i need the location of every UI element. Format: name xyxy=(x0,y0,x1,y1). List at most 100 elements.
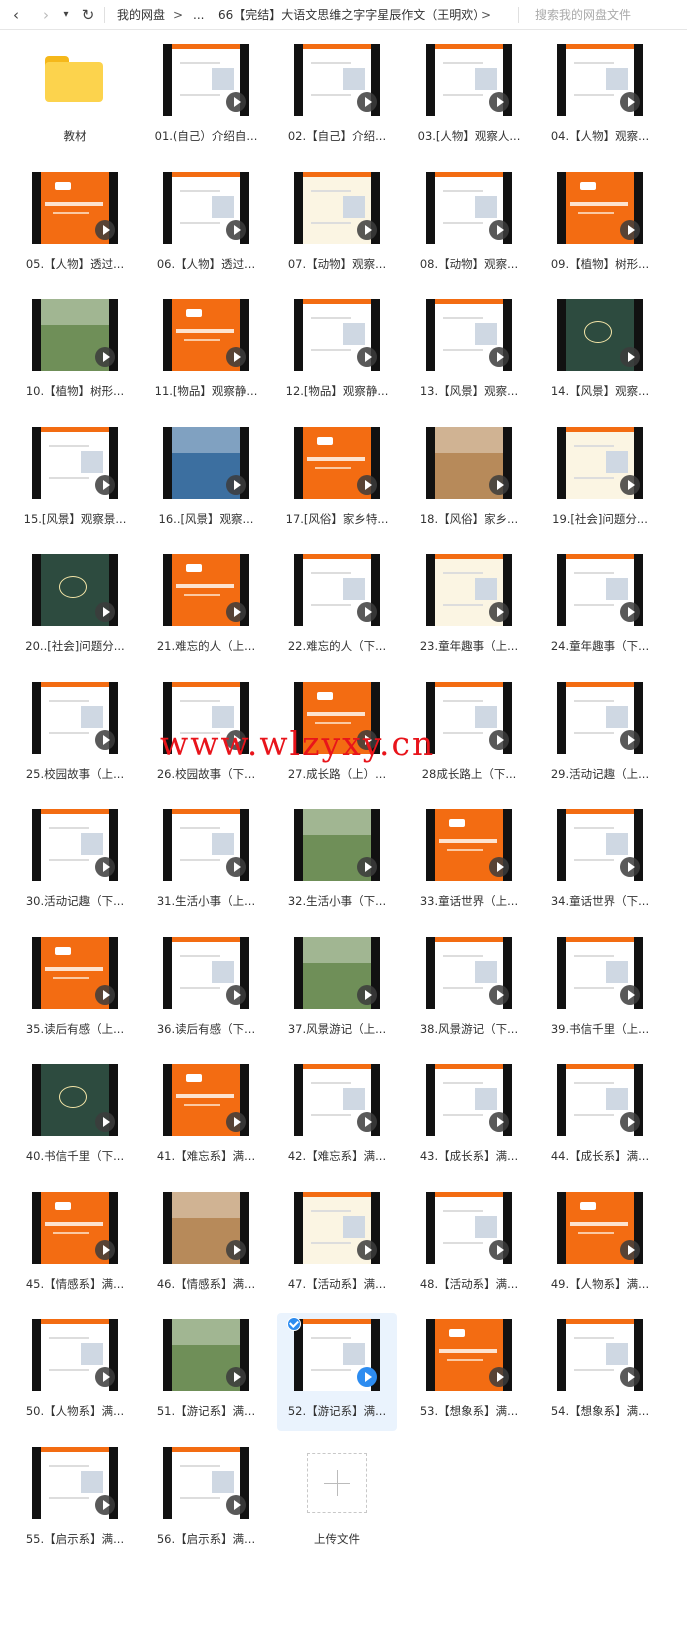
video-file-item[interactable]: 16..[风景】观察... xyxy=(146,421,266,539)
video-file-item[interactable]: 32.生活小事（下... xyxy=(277,803,397,921)
play-icon[interactable] xyxy=(226,1367,246,1387)
play-icon[interactable] xyxy=(489,1239,509,1260)
video-file-item[interactable]: 18.【风俗】家乡... xyxy=(409,421,529,539)
play-icon[interactable] xyxy=(620,1112,640,1132)
play-icon[interactable] xyxy=(620,347,640,367)
upload-file-tile[interactable]: 上传文件 xyxy=(277,1441,397,1559)
video-file-item[interactable]: 17.[风俗】家乡特... xyxy=(277,421,397,539)
video-file-item[interactable]: 44.【成长系】满... xyxy=(540,1058,660,1176)
play-icon[interactable] xyxy=(226,474,246,495)
video-file-item[interactable]: 04.【人物】观察... xyxy=(540,38,660,156)
video-file-item[interactable]: 20..[社会]问题分... xyxy=(15,548,135,666)
video-file-item[interactable]: 51.【游记系】满... xyxy=(146,1313,266,1431)
play-icon[interactable] xyxy=(620,984,640,1005)
video-file-item[interactable]: 56.【启示系】满... xyxy=(146,1441,266,1559)
play-icon[interactable] xyxy=(357,474,377,495)
video-file-item[interactable]: 05.【人物】透过... xyxy=(15,166,135,284)
video-file-item[interactable]: 30.活动记趣（下... xyxy=(15,803,135,921)
video-file-item[interactable]: 01.(自己）介绍自... xyxy=(146,38,266,156)
video-file-item[interactable]: 55.【启示系】满... xyxy=(15,1441,135,1559)
video-file-item[interactable]: 02.【自己】介绍... xyxy=(277,38,397,156)
video-file-item[interactable]: 29.活动记趣（上... xyxy=(540,676,660,794)
play-icon[interactable] xyxy=(489,602,509,622)
video-file-item[interactable]: 41.【难忘系】满... xyxy=(146,1058,266,1176)
video-file-item[interactable]: 13.【风景】观察... xyxy=(409,293,529,411)
video-file-item[interactable]: 46.【情感系】满... xyxy=(146,1186,266,1304)
play-icon[interactable] xyxy=(357,1367,377,1387)
play-icon[interactable] xyxy=(95,984,115,1005)
video-file-item[interactable]: 38.风景游记（下... xyxy=(409,931,529,1049)
play-icon[interactable] xyxy=(226,857,246,877)
play-icon[interactable] xyxy=(489,857,509,877)
video-file-item[interactable]: 21.难忘的人（上... xyxy=(146,548,266,666)
search-input[interactable]: 搜索我的网盘文件 xyxy=(535,6,655,24)
play-icon[interactable] xyxy=(226,984,246,1005)
video-file-item[interactable]: 42.【难忘系】满... xyxy=(277,1058,397,1176)
video-file-item[interactable]: 23.童年趣事（上... xyxy=(409,548,529,666)
video-file-item[interactable]: 19.[社会]问题分... xyxy=(540,421,660,539)
play-icon[interactable] xyxy=(95,1239,115,1260)
video-file-item[interactable]: 07.【动物】观察... xyxy=(277,166,397,284)
play-icon[interactable] xyxy=(620,1239,640,1260)
forward-button[interactable]: › xyxy=(38,5,54,25)
play-icon[interactable] xyxy=(489,219,509,240)
refresh-icon[interactable]: ↻ xyxy=(79,5,97,25)
play-icon[interactable] xyxy=(226,1494,246,1515)
video-file-item[interactable]: 48.【活动系】满... xyxy=(409,1186,529,1304)
play-icon[interactable] xyxy=(226,92,246,112)
breadcrumb-current[interactable]: 66【完结】大语文思维之字字星辰作文（王明欢） xyxy=(218,7,485,23)
play-icon[interactable] xyxy=(95,347,115,367)
play-icon[interactable] xyxy=(489,347,509,367)
video-file-item[interactable]: 08.【动物】观察... xyxy=(409,166,529,284)
play-icon[interactable] xyxy=(620,729,640,750)
caret-down-icon[interactable]: ▾ xyxy=(60,5,72,25)
play-icon[interactable] xyxy=(357,92,377,112)
play-icon[interactable] xyxy=(95,729,115,750)
video-file-item[interactable]: 53.【想象系】满... xyxy=(409,1313,529,1431)
video-file-item[interactable]: 33.童话世界（上... xyxy=(409,803,529,921)
video-file-item[interactable]: 25.校园故事（上... xyxy=(15,676,135,794)
video-file-item[interactable]: 10.【植物】树形... xyxy=(15,293,135,411)
play-icon[interactable] xyxy=(226,347,246,367)
video-file-item[interactable]: 50.【人物系】满... xyxy=(15,1313,135,1431)
play-icon[interactable] xyxy=(620,92,640,112)
video-file-item[interactable]: 43.【成长系】满... xyxy=(409,1058,529,1176)
play-icon[interactable] xyxy=(95,857,115,877)
video-file-item[interactable]: 06.【人物】透过... xyxy=(146,166,266,284)
play-icon[interactable] xyxy=(357,219,377,240)
play-icon[interactable] xyxy=(95,602,115,622)
breadcrumb-ellipsis[interactable]: ... xyxy=(193,7,204,23)
play-icon[interactable] xyxy=(95,219,115,240)
play-icon[interactable] xyxy=(95,1112,115,1132)
breadcrumb-root[interactable]: 我的网盘 xyxy=(117,7,165,23)
play-icon[interactable] xyxy=(357,857,377,877)
play-icon[interactable] xyxy=(489,729,509,750)
play-icon[interactable] xyxy=(357,347,377,367)
video-file-item[interactable]: 11.[物品】观察静... xyxy=(146,293,266,411)
play-icon[interactable] xyxy=(489,1367,509,1387)
video-file-item[interactable]: 03.[人物】观察人... xyxy=(409,38,529,156)
play-icon[interactable] xyxy=(226,602,246,622)
video-file-item[interactable]: 47.【活动系】满... xyxy=(277,1186,397,1304)
play-icon[interactable] xyxy=(95,474,115,495)
play-icon[interactable] xyxy=(620,602,640,622)
play-icon[interactable] xyxy=(226,1112,246,1132)
video-file-item[interactable]: 52.【游记系】满... xyxy=(277,1313,397,1431)
video-file-item[interactable]: 34.童话世界（下... xyxy=(540,803,660,921)
play-icon[interactable] xyxy=(489,92,509,112)
video-file-item[interactable]: 31.生活小事（上... xyxy=(146,803,266,921)
video-file-item[interactable]: 09.【植物】树形... xyxy=(540,166,660,284)
video-file-item[interactable]: 24.童年趣事（下... xyxy=(540,548,660,666)
selected-checkbox[interactable] xyxy=(287,1317,301,1331)
video-file-item[interactable]: 39.书信千里（上... xyxy=(540,931,660,1049)
play-icon[interactable] xyxy=(489,984,509,1005)
back-button[interactable]: ‹ xyxy=(8,5,24,25)
play-icon[interactable] xyxy=(489,474,509,495)
play-icon[interactable] xyxy=(95,1367,115,1387)
play-icon[interactable] xyxy=(357,1112,377,1132)
play-icon[interactable] xyxy=(620,474,640,495)
video-file-item[interactable]: 22.难忘的人（下... xyxy=(277,548,397,666)
video-file-item[interactable]: 36.读后有感（下... xyxy=(146,931,266,1049)
video-file-item[interactable]: 40.书信千里（下... xyxy=(15,1058,135,1176)
play-icon[interactable] xyxy=(357,984,377,1005)
